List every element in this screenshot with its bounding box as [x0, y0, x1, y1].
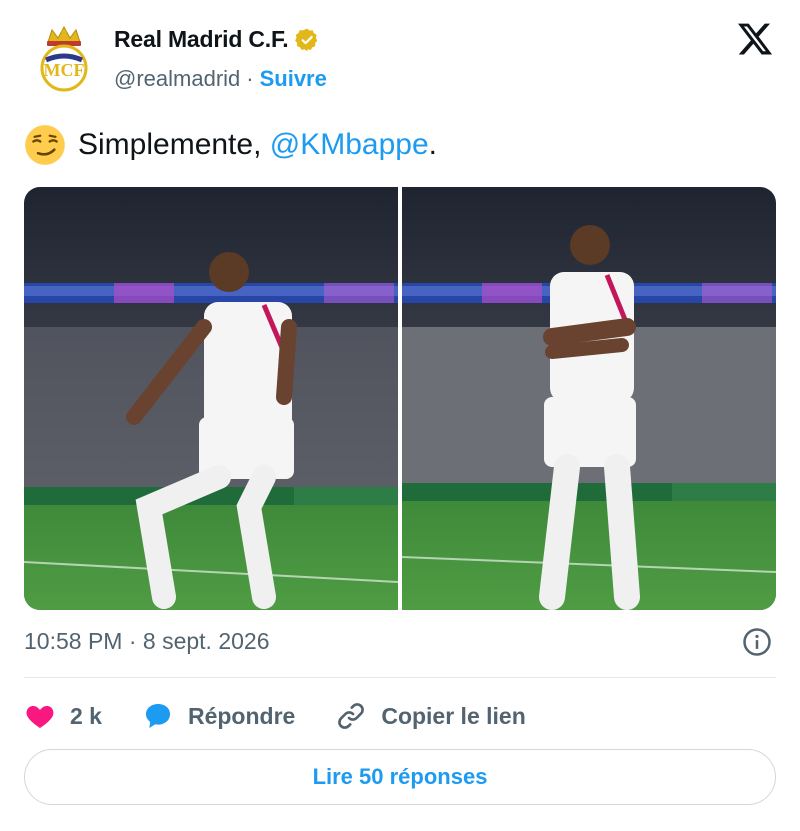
real-madrid-crest-icon: MCF [40, 25, 88, 92]
avatar[interactable]: MCF [36, 24, 92, 92]
timestamp-separator: · [128, 628, 137, 654]
tweet-time: 10:58 PM [24, 628, 123, 654]
heart-icon [26, 706, 54, 728]
smirking-face-emoji-icon [25, 125, 65, 165]
link-icon [338, 703, 365, 729]
photo-arms-crossed-image [402, 187, 776, 610]
verified-badge-icon [295, 28, 318, 51]
tweet-text-body: Simplemente, [78, 128, 270, 161]
action-bar: 2 k Répondre Copier le lien [24, 696, 566, 736]
follow-button[interactable]: Suivre [260, 66, 327, 92]
copy-link-label: Copier le lien [381, 702, 526, 729]
author-name-text[interactable]: Real Madrid C.F. [114, 26, 289, 53]
mention-link[interactable]: @KMbappe [270, 128, 429, 161]
handle-row: @realmadrid · Suivre [114, 66, 327, 92]
read-replies-label: Lire 50 réponses [312, 764, 488, 789]
author-handle[interactable]: @realmadrid [114, 66, 240, 92]
reply-button[interactable]: Répondre [142, 700, 295, 732]
tweet-embed-card: MCF Real Madrid C.F. @realmadrid · Suivr… [0, 0, 800, 831]
photo-1[interactable] [24, 187, 398, 610]
x-logo-icon[interactable] [736, 20, 774, 58]
reply-label: Répondre [187, 702, 296, 729]
photo-2[interactable] [402, 187, 776, 610]
media-grid [24, 187, 776, 610]
handle-separator: · [246, 66, 254, 91]
author-name[interactable]: Real Madrid C.F. [114, 26, 320, 53]
like-button[interactable]: 2 k [24, 700, 102, 732]
tweet-date: 8 sept. 2026 [142, 628, 270, 654]
tweet-text: Simplemente, @KMbappe. [24, 124, 437, 166]
tweet-text-end: . [428, 128, 437, 161]
photo-celebration-image [24, 187, 398, 610]
tweet-timestamp[interactable]: 10:58 PM · 8 sept. 2026 [24, 628, 270, 655]
divider [24, 677, 776, 678]
likes-count: 2 k [70, 702, 102, 729]
copy-link-button[interactable]: Copier le lien [335, 700, 526, 732]
svg-text:MCF: MCF [44, 60, 85, 80]
read-replies-button[interactable]: Lire 50 réponses [24, 749, 776, 805]
info-icon[interactable] [742, 627, 772, 657]
reply-bubble-icon [145, 704, 170, 728]
